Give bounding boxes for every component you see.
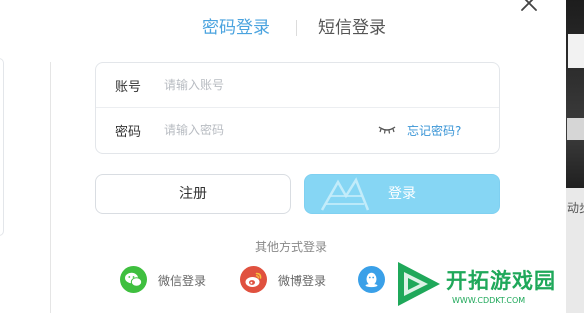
account-row: 账号	[96, 63, 499, 108]
watermark-brand-name: 开拓游戏园	[446, 269, 556, 293]
login-form: 账号 密码 忘记密码?	[95, 62, 500, 154]
tab-separator	[296, 20, 297, 36]
password-input[interactable]	[164, 117, 364, 143]
background-image-glyph	[567, 118, 584, 140]
background-image	[566, 0, 584, 188]
close-icon	[521, 0, 537, 11]
weibo-icon	[240, 266, 267, 293]
password-row: 密码 忘记密码?	[96, 108, 499, 153]
account-label: 账号	[115, 80, 142, 95]
tab-password-login[interactable]: 密码登录	[202, 15, 270, 41]
eye-closed-icon[interactable]	[378, 125, 396, 135]
login-button[interactable]: 登录	[304, 174, 500, 214]
account-input[interactable]	[164, 72, 364, 98]
other-login-title: 其他方式登录	[255, 240, 328, 254]
wechat-login-button[interactable]: 微信登录	[120, 266, 216, 294]
weibo-login-label: 微博登录	[278, 274, 327, 288]
qq-icon	[358, 266, 385, 293]
password-label: 密码	[115, 125, 142, 140]
qq-login-button[interactable]	[358, 266, 388, 294]
vertical-divider	[50, 62, 51, 313]
wechat-icon	[120, 266, 147, 293]
forgot-password-link[interactable]: 忘记密码?	[407, 122, 461, 139]
close-button[interactable]	[518, 0, 540, 14]
background-strip-text: 动步	[567, 201, 584, 215]
wechat-login-label: 微信登录	[158, 274, 207, 288]
login-tabs: 密码登录 短信登录	[200, 15, 396, 41]
weibo-login-button[interactable]: 微博登录	[240, 266, 336, 294]
background-image-glyph	[568, 34, 584, 68]
background-image-strip: 动步	[566, 0, 584, 313]
watermark-brand-url: WWW.CDDKT.COM	[452, 296, 526, 305]
tab-sms-login[interactable]: 短信登录	[318, 15, 386, 41]
register-button[interactable]: 注册	[95, 174, 291, 214]
background-card-edge	[0, 58, 4, 236]
